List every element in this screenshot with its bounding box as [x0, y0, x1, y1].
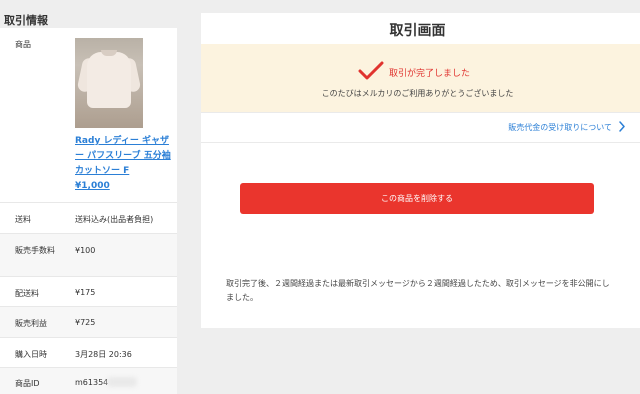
receipt-link-row[interactable]: 販売代金の受け取りについて — [201, 112, 640, 143]
delete-item-button[interactable]: この商品を削除する — [240, 183, 594, 214]
item-id-blur — [107, 377, 137, 387]
purchase-date-row: 購入日時 3月28日 20:36 — [0, 337, 177, 368]
product-row: 商品 Rady レディー ギャザー パフスリーブ 五分袖 カットソー F ¥1,… — [0, 28, 177, 202]
shipping-row: 送料 送料込み(出品者負担) — [0, 202, 177, 234]
check-icon — [358, 61, 384, 80]
receipt-info-link[interactable]: 販売代金の受け取りについて — [508, 122, 612, 133]
product-thumbnail[interactable] — [75, 38, 143, 128]
shipping-label: 送料 — [15, 215, 31, 224]
product-name: Rady レディー ギャザー パフスリーブ 五分袖 カットソー F — [75, 136, 171, 176]
fee-label: 販売手数料 — [15, 246, 55, 255]
product-label: 商品 — [15, 40, 31, 49]
fee-row: 販売手数料 ¥100 — [0, 233, 177, 277]
item-id-label: 商品ID — [15, 379, 40, 388]
profit-value: ¥725 — [75, 318, 96, 327]
chevron-right-icon — [619, 121, 625, 132]
item-id-text: m61354 — [75, 378, 109, 387]
item-id-row: 商品ID m61354 — [0, 367, 177, 394]
notice-text: 取引完了後、２週間経過または最新取引メッセージから２週間経過したため、取引メッセ… — [226, 279, 610, 302]
transaction-info-panel: 商品 Rady レディー ギャザー パフスリーブ 五分袖 カットソー F ¥1,… — [0, 28, 177, 394]
profit-label: 販売利益 — [15, 319, 47, 328]
complete-banner: 取引が完了しました このたびはメルカリのご利用ありがとうございました — [201, 44, 640, 112]
complete-subtitle: このたびはメルカリのご利用ありがとうございました — [321, 89, 514, 98]
transaction-main-panel: 取引画面 取引が完了しました このたびはメルカリのご利用ありがとうございました … — [201, 13, 640, 328]
product-link[interactable]: Rady レディー ギャザー パフスリーブ 五分袖 カットソー F ¥1,000 — [75, 134, 171, 194]
product-price: ¥1,000 — [75, 181, 110, 191]
page-title: 取引画面 — [389, 23, 446, 39]
shipping-value: 送料込み(出品者負担) — [75, 215, 154, 224]
purchase-date-value: 3月28日 20:36 — [75, 350, 132, 359]
profit-row: 販売利益 ¥725 — [0, 306, 177, 338]
delivery-fee-row: 配送料 ¥175 — [0, 276, 177, 307]
sidebar-title: 取引情報 — [4, 14, 48, 27]
delivery-fee-value: ¥175 — [75, 288, 96, 297]
item-id-value: m61354 — [75, 377, 137, 387]
complete-title: 取引が完了しました — [389, 69, 471, 79]
fee-value: ¥100 — [75, 246, 96, 255]
delivery-fee-label: 配送料 — [15, 289, 39, 298]
purchase-date-label: 購入日時 — [15, 350, 47, 359]
